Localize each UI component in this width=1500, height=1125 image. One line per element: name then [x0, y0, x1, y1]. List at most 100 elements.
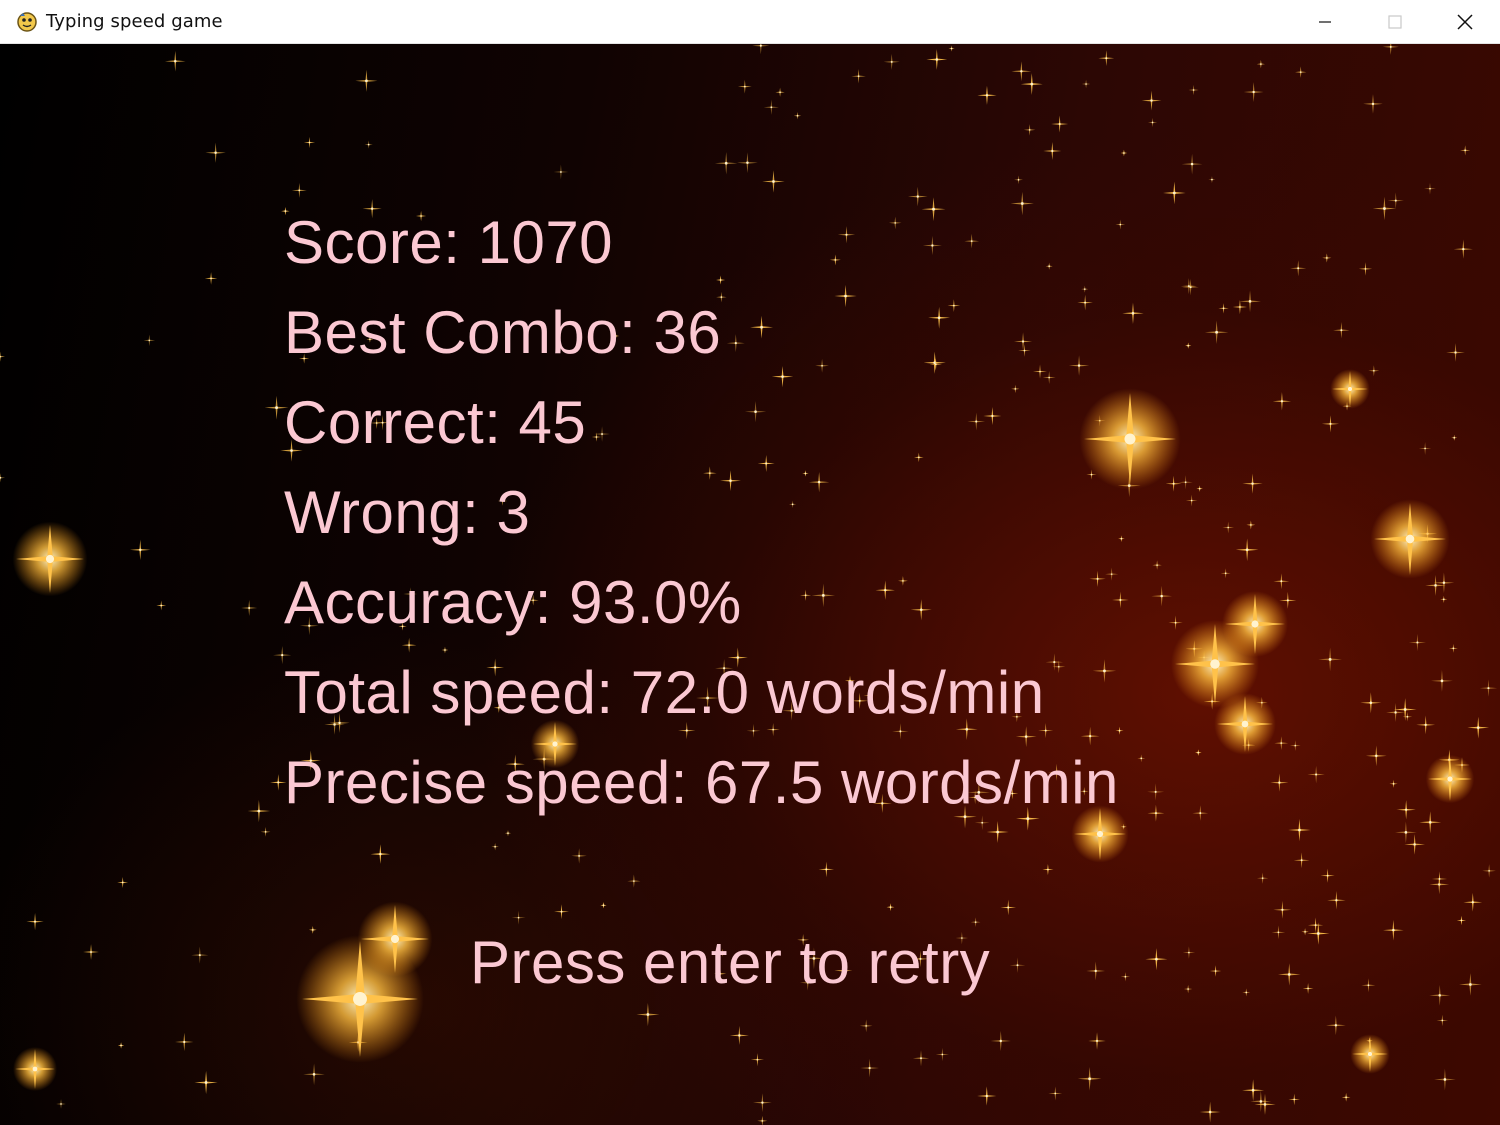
- sparkle-star: [1199, 1101, 1221, 1123]
- sparkle-star: [1368, 365, 1380, 377]
- sparkle-star: [834, 284, 857, 308]
- minimize-button[interactable]: [1290, 0, 1360, 43]
- sparkle-star: [1363, 94, 1383, 114]
- sparkle-star: [1246, 520, 1256, 530]
- sparkle-star: [1242, 988, 1251, 997]
- sparkle-star: [808, 472, 830, 493]
- sparkle-star: [1288, 818, 1311, 842]
- sparkle-star: [914, 452, 924, 463]
- sparkle-star: [1425, 754, 1475, 804]
- sparkle-star: [1425, 575, 1446, 596]
- sparkle-star: [977, 1086, 997, 1106]
- sparkle-star: [750, 315, 774, 339]
- sparkle-star: [600, 902, 607, 909]
- sparkle-star: [13, 1047, 57, 1091]
- sparkle-star: [1479, 679, 1498, 697]
- sparkle-star: [370, 844, 391, 864]
- sparkle-star: [1318, 647, 1342, 672]
- sparkle-star: [1393, 698, 1417, 721]
- sparkle-star: [1068, 355, 1090, 376]
- sparkle-star: [1382, 44, 1399, 55]
- sparkle-star: [1178, 475, 1193, 490]
- precise-speed-text: Precise speed: 67.5 words/min: [284, 749, 1119, 816]
- sparkle-star: [818, 861, 835, 878]
- sparkle-star: [117, 1042, 125, 1049]
- sparkle-star: [1307, 765, 1325, 784]
- sparkle-star: [1389, 779, 1398, 788]
- sparkle-star: [571, 848, 587, 864]
- sparkle-star: [303, 1063, 325, 1086]
- sparkle-star: [1011, 61, 1032, 82]
- sparkle-star: [1460, 145, 1471, 156]
- close-button[interactable]: [1430, 0, 1500, 43]
- game-canvas[interactable]: Score: 1070 Best Combo: 36 Correct: 45 W…: [0, 44, 1500, 1125]
- sparkle-star: [1145, 948, 1168, 971]
- sparkle-star: [1195, 749, 1202, 756]
- sparkle-star: [1088, 1032, 1106, 1050]
- sparkle-star: [703, 466, 717, 480]
- sparkle-star: [1098, 50, 1115, 67]
- sparkle-star: [1183, 984, 1193, 994]
- sparkle-star: [928, 306, 951, 329]
- sparkle-star: [1459, 973, 1482, 996]
- window-title: Typing speed game: [46, 11, 223, 32]
- sparkle-star: [1383, 919, 1404, 941]
- sparkle-star: [1115, 219, 1126, 230]
- sparkle-star: [0, 473, 6, 483]
- sparkle-star: [986, 821, 1009, 843]
- maximize-button[interactable]: [1360, 0, 1430, 43]
- sparkle-star: [636, 1003, 660, 1027]
- sparkle-star: [1456, 915, 1467, 926]
- wrong-count-text: Wrong: 3: [284, 479, 531, 546]
- sparkle-star: [1467, 716, 1490, 739]
- sparkle-star: [837, 226, 856, 244]
- sparkle-star: [757, 1115, 768, 1125]
- sparkle-star: [1218, 303, 1229, 314]
- sparkle-star: [1350, 1034, 1390, 1074]
- sparkle-star: [357, 901, 433, 977]
- sparkle-star: [948, 45, 955, 52]
- sparkle-star: [929, 358, 942, 371]
- sparkle-star: [1081, 285, 1089, 293]
- sparkle-star: [1365, 745, 1387, 767]
- sparkle-star: [1396, 800, 1416, 820]
- sparkle-star: [1333, 321, 1350, 339]
- sparkle-star: [1222, 521, 1235, 534]
- title-bar[interactable]: Typing speed game: [0, 0, 1500, 44]
- sparkle-star: [1180, 278, 1197, 295]
- sparkle-star: [1394, 821, 1417, 844]
- sparkle-star: [1009, 957, 1026, 974]
- sparkle-star: [1289, 740, 1301, 751]
- sparkle-star: [511, 910, 526, 925]
- sparkle-star: [56, 1099, 66, 1109]
- sparkle-star: [401, 637, 417, 653]
- sparkle-star: [1120, 149, 1128, 157]
- sparkle-star: [355, 69, 378, 92]
- sparkle-star: [1147, 804, 1165, 822]
- sparkle-star: [752, 44, 770, 55]
- sparkle-star: [1000, 899, 1017, 916]
- sparkle-star: [491, 843, 499, 851]
- sparkle-star: [175, 1032, 194, 1052]
- sparkle-star: [1436, 1014, 1449, 1027]
- sparkle-star: [970, 917, 981, 927]
- sparkle-star: [1327, 891, 1346, 910]
- sparkle-star: [964, 233, 980, 249]
- sparkle-star: [1077, 1066, 1102, 1091]
- sparkle-star: [1288, 1093, 1301, 1106]
- sparkle-star: [1147, 117, 1158, 128]
- sparkle-star: [1402, 711, 1413, 722]
- sparkle-star: [291, 182, 307, 198]
- sparkle-star: [1204, 320, 1229, 345]
- sparkle-star: [504, 830, 511, 837]
- sparkle-star: [912, 1050, 930, 1067]
- sparkle-star: [1322, 253, 1332, 263]
- sparkle-star: [726, 334, 745, 353]
- sparkle-star: [1429, 985, 1451, 1006]
- sparkle-star: [1181, 153, 1203, 175]
- sparkle-star: [1433, 572, 1455, 594]
- sparkle-star: [720, 470, 741, 492]
- sparkle-star: [1321, 415, 1340, 433]
- sparkle-star: [1341, 1092, 1351, 1102]
- sparkle-star: [83, 944, 99, 960]
